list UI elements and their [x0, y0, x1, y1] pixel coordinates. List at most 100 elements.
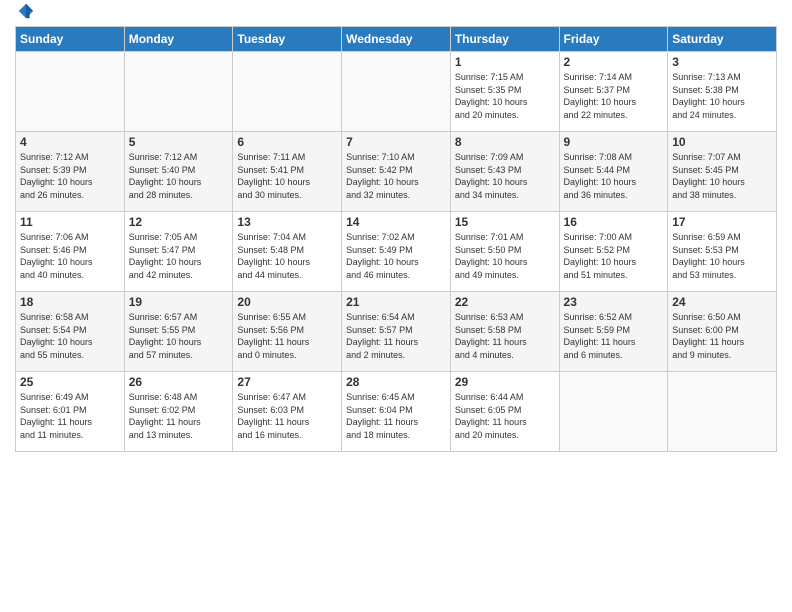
day-info: Sunrise: 7:05 AM Sunset: 5:47 PM Dayligh…: [129, 231, 229, 281]
day-number: 24: [672, 295, 772, 309]
day-info: Sunrise: 7:15 AM Sunset: 5:35 PM Dayligh…: [455, 71, 555, 121]
day-number: 22: [455, 295, 555, 309]
day-info: Sunrise: 7:12 AM Sunset: 5:39 PM Dayligh…: [20, 151, 120, 201]
day-info: Sunrise: 7:12 AM Sunset: 5:40 PM Dayligh…: [129, 151, 229, 201]
day-number: 11: [20, 215, 120, 229]
calendar-cell: 25 Sunrise: 6:49 AM Sunset: 6:01 PM Dayli…: [16, 372, 125, 452]
page-container: SundayMondayTuesdayWednesdayThursdayFrid…: [0, 0, 792, 612]
day-number: 27: [237, 375, 337, 389]
day-number: 29: [455, 375, 555, 389]
calendar-cell: 4 Sunrise: 7:12 AM Sunset: 5:39 PM Daylig…: [16, 132, 125, 212]
day-info: Sunrise: 6:54 AM Sunset: 5:57 PM Dayligh…: [346, 311, 446, 361]
calendar-cell: [342, 52, 451, 132]
calendar-header-thursday: Thursday: [450, 27, 559, 52]
calendar-cell: [233, 52, 342, 132]
calendar-cell: 26 Sunrise: 6:48 AM Sunset: 6:02 PM Dayli…: [124, 372, 233, 452]
day-info: Sunrise: 7:07 AM Sunset: 5:45 PM Dayligh…: [672, 151, 772, 201]
calendar-table: SundayMondayTuesdayWednesdayThursdayFrid…: [15, 26, 777, 452]
calendar-cell: 23 Sunrise: 6:52 AM Sunset: 5:59 PM Dayli…: [559, 292, 668, 372]
day-info: Sunrise: 6:59 AM Sunset: 5:53 PM Dayligh…: [672, 231, 772, 281]
calendar-cell: 3 Sunrise: 7:13 AM Sunset: 5:38 PM Daylig…: [668, 52, 777, 132]
day-info: Sunrise: 6:58 AM Sunset: 5:54 PM Dayligh…: [20, 311, 120, 361]
calendar-cell: 21 Sunrise: 6:54 AM Sunset: 5:57 PM Dayli…: [342, 292, 451, 372]
calendar-week-row: 11Sunrise: 7:06 AM Sunset: 5:46 PM Dayli…: [16, 212, 777, 292]
day-info: Sunrise: 6:52 AM Sunset: 5:59 PM Dayligh…: [564, 311, 664, 361]
calendar-cell: 6 Sunrise: 7:11 AM Sunset: 5:41 PM Daylig…: [233, 132, 342, 212]
day-info: Sunrise: 7:11 AM Sunset: 5:41 PM Dayligh…: [237, 151, 337, 201]
calendar-cell: 8 Sunrise: 7:09 AM Sunset: 5:43 PM Daylig…: [450, 132, 559, 212]
day-number: 7: [346, 135, 446, 149]
calendar-cell: 13 Sunrise: 7:04 AM Sunset: 5:48 PM Dayli…: [233, 212, 342, 292]
calendar-cell: 22Sunrise: 6:53 AM Sunset: 5:58 PM Dayli…: [450, 292, 559, 372]
logo: [15, 10, 35, 20]
calendar-cell: 14 Sunrise: 7:02 AM Sunset: 5:49 PM Dayli…: [342, 212, 451, 292]
day-info: Sunrise: 7:14 AM Sunset: 5:37 PM Dayligh…: [564, 71, 664, 121]
calendar-cell: 15 Sunrise: 7:01 AM Sunset: 5:50 PM Dayli…: [450, 212, 559, 292]
day-info: Sunrise: 7:10 AM Sunset: 5:42 PM Dayligh…: [346, 151, 446, 201]
calendar-cell: 20 Sunrise: 6:55 AM Sunset: 5:56 PM Dayli…: [233, 292, 342, 372]
day-number: 13: [237, 215, 337, 229]
day-info: Sunrise: 7:08 AM Sunset: 5:44 PM Dayligh…: [564, 151, 664, 201]
day-info: Sunrise: 7:13 AM Sunset: 5:38 PM Dayligh…: [672, 71, 772, 121]
day-info: Sunrise: 6:49 AM Sunset: 6:01 PM Dayligh…: [20, 391, 120, 441]
day-number: 14: [346, 215, 446, 229]
calendar-header-sunday: Sunday: [16, 27, 125, 52]
calendar-cell: 2 Sunrise: 7:14 AM Sunset: 5:37 PM Daylig…: [559, 52, 668, 132]
day-number: 28: [346, 375, 446, 389]
calendar-header-saturday: Saturday: [668, 27, 777, 52]
calendar-cell: 16 Sunrise: 7:00 AM Sunset: 5:52 PM Dayli…: [559, 212, 668, 292]
day-number: 23: [564, 295, 664, 309]
calendar-cell: 17 Sunrise: 6:59 AM Sunset: 5:53 PM Dayli…: [668, 212, 777, 292]
day-number: 16: [564, 215, 664, 229]
calendar-header-tuesday: Tuesday: [233, 27, 342, 52]
day-number: 15: [455, 215, 555, 229]
calendar-cell: 9 Sunrise: 7:08 AM Sunset: 5:44 PM Daylig…: [559, 132, 668, 212]
calendar-cell: 5 Sunrise: 7:12 AM Sunset: 5:40 PM Daylig…: [124, 132, 233, 212]
day-number: 12: [129, 215, 229, 229]
day-info: Sunrise: 6:57 AM Sunset: 5:55 PM Dayligh…: [129, 311, 229, 361]
day-info: Sunrise: 6:45 AM Sunset: 6:04 PM Dayligh…: [346, 391, 446, 441]
day-number: 6: [237, 135, 337, 149]
day-number: 17: [672, 215, 772, 229]
header: [15, 10, 777, 20]
calendar-header-friday: Friday: [559, 27, 668, 52]
day-number: 3: [672, 55, 772, 69]
calendar-cell: [124, 52, 233, 132]
day-number: 5: [129, 135, 229, 149]
day-info: Sunrise: 7:02 AM Sunset: 5:49 PM Dayligh…: [346, 231, 446, 281]
day-number: 10: [672, 135, 772, 149]
day-number: 20: [237, 295, 337, 309]
day-info: Sunrise: 6:55 AM Sunset: 5:56 PM Dayligh…: [237, 311, 337, 361]
day-number: 2: [564, 55, 664, 69]
day-info: Sunrise: 7:00 AM Sunset: 5:52 PM Dayligh…: [564, 231, 664, 281]
day-number: 26: [129, 375, 229, 389]
day-info: Sunrise: 7:09 AM Sunset: 5:43 PM Dayligh…: [455, 151, 555, 201]
day-number: 18: [20, 295, 120, 309]
calendar-cell: 28 Sunrise: 6:45 AM Sunset: 6:04 PM Dayli…: [342, 372, 451, 452]
calendar-cell: 29Sunrise: 6:44 AM Sunset: 6:05 PM Dayli…: [450, 372, 559, 452]
day-info: Sunrise: 6:50 AM Sunset: 6:00 PM Dayligh…: [672, 311, 772, 361]
day-number: 1: [455, 55, 555, 69]
day-info: Sunrise: 7:04 AM Sunset: 5:48 PM Dayligh…: [237, 231, 337, 281]
calendar-cell: 24 Sunrise: 6:50 AM Sunset: 6:00 PM Dayli…: [668, 292, 777, 372]
calendar-cell: 11Sunrise: 7:06 AM Sunset: 5:46 PM Dayli…: [16, 212, 125, 292]
calendar-week-row: 25 Sunrise: 6:49 AM Sunset: 6:01 PM Dayli…: [16, 372, 777, 452]
day-info: Sunrise: 7:01 AM Sunset: 5:50 PM Dayligh…: [455, 231, 555, 281]
day-number: 25: [20, 375, 120, 389]
calendar-cell: [559, 372, 668, 452]
calendar-cell: 7 Sunrise: 7:10 AM Sunset: 5:42 PM Daylig…: [342, 132, 451, 212]
day-number: 9: [564, 135, 664, 149]
calendar-week-row: 4 Sunrise: 7:12 AM Sunset: 5:39 PM Daylig…: [16, 132, 777, 212]
calendar-cell: 10 Sunrise: 7:07 AM Sunset: 5:45 PM Dayli…: [668, 132, 777, 212]
calendar-header-wednesday: Wednesday: [342, 27, 451, 52]
day-number: 21: [346, 295, 446, 309]
day-info: Sunrise: 6:48 AM Sunset: 6:02 PM Dayligh…: [129, 391, 229, 441]
day-number: 8: [455, 135, 555, 149]
day-info: Sunrise: 6:47 AM Sunset: 6:03 PM Dayligh…: [237, 391, 337, 441]
calendar-cell: [16, 52, 125, 132]
calendar-cell: 1 Sunrise: 7:15 AM Sunset: 5:35 PM Daylig…: [450, 52, 559, 132]
calendar-cell: [668, 372, 777, 452]
day-number: 19: [129, 295, 229, 309]
day-number: 4: [20, 135, 120, 149]
calendar-cell: 19 Sunrise: 6:57 AM Sunset: 5:55 PM Dayli…: [124, 292, 233, 372]
